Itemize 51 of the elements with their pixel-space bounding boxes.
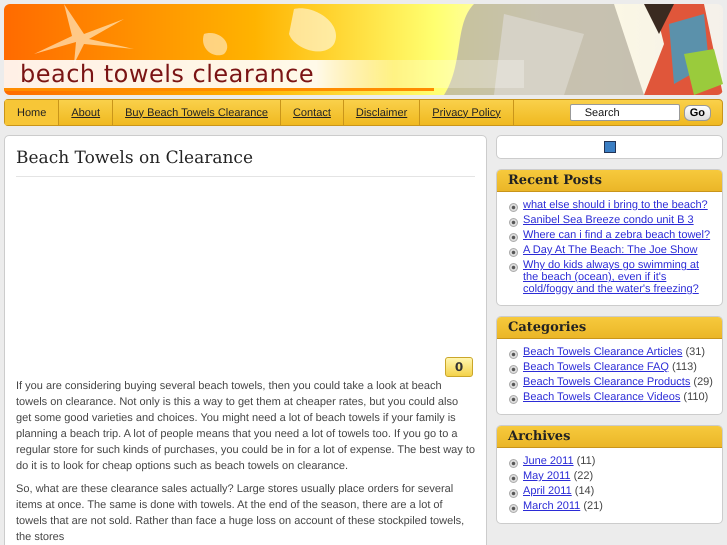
post-paragraph: If you are considering buying several beach towels, then you could take a look at beach towels on clearance. Not only is this a way to get them at cheaper rates, but you could also get some good varieties and choices. You might need a lot of beach towels if your family is planning a beach trip. A lot of people means that you need a lot of towels too. If you go to a regular store for such kinds of purchases, you could be in for a lot of expense. The best way to do it is to look for cheap options such as beach towels on clearance. xyxy=(16,379,475,474)
comment-count-badge[interactable]: 0 xyxy=(445,357,473,377)
sidebar-link[interactable]: A Day At The Beach: The Joe Show xyxy=(523,244,698,256)
post-count: (21) xyxy=(583,500,603,512)
post-paragraph: So, what are these clearance sales actually? Large stores usually place orders for several items at once. The same is done with towels. At the end of the season, there are a lot of towels that are not sold. Rather than face a huge loss on account of these stockpiled towels, the stores xyxy=(16,482,466,545)
post-count: (14) xyxy=(574,485,594,497)
nav-link[interactable]: Buy Beach Towels Clearance xyxy=(113,100,281,125)
bullet-icon xyxy=(509,248,518,257)
nav-link[interactable]: Disclaimer xyxy=(344,100,420,125)
bullet-icon xyxy=(509,504,518,513)
image-icon xyxy=(604,141,616,153)
bullet-icon xyxy=(509,350,518,359)
sidebar-link[interactable]: Where can i find a zebra beach towel? xyxy=(523,229,710,241)
widget-title: Recent Posts xyxy=(497,170,722,192)
sidebar-link[interactable]: Beach Towels Clearance Products xyxy=(523,376,690,388)
search-field[interactable]: Search xyxy=(570,104,680,121)
widget-title: Categories xyxy=(497,317,722,339)
bullet-icon xyxy=(509,365,518,374)
post-count: (110) xyxy=(683,391,708,403)
widget-title: Archives xyxy=(497,426,722,448)
post-count: (22) xyxy=(574,470,594,482)
post-count: (11) xyxy=(576,455,596,467)
bullet-icon xyxy=(509,233,518,242)
bullet-icon xyxy=(509,459,518,468)
bullet-icon xyxy=(509,263,518,272)
nav-link[interactable]: Home xyxy=(5,100,60,125)
sidebar-link[interactable]: Beach Towels Clearance Videos xyxy=(523,391,680,403)
bullet-icon xyxy=(509,218,518,227)
bullet-icon xyxy=(509,395,518,404)
sidebar-link[interactable]: Beach Towels Clearance Articles xyxy=(523,346,682,358)
nav-link[interactable]: About xyxy=(59,100,114,125)
bullet-icon xyxy=(509,380,518,389)
site-title: beach towels clearance xyxy=(20,60,314,88)
sidebar-link[interactable]: Beach Towels Clearance FAQ xyxy=(523,361,669,373)
nav-link[interactable]: Contact xyxy=(280,100,344,125)
sidebar-link[interactable]: Why do kids always go swimming at the beach (ocean), even if it's cold/foggy and the water's freezing? xyxy=(523,259,716,295)
sidebar-link[interactable]: Sanibel Sea Breeze condo unit B 3 xyxy=(523,214,694,226)
go-button[interactable]: Go xyxy=(684,104,711,120)
sidebar-link[interactable]: April 2011 xyxy=(523,485,572,497)
sidebar-link[interactable]: June 2011 xyxy=(523,455,574,467)
sidebar-link[interactable]: March 2011 xyxy=(523,500,580,512)
nav-link[interactable]: Privacy Policy xyxy=(420,100,514,125)
post-count: (113) xyxy=(672,361,697,373)
bullet-icon xyxy=(509,203,518,212)
bullet-icon xyxy=(509,489,518,498)
bullet-icon xyxy=(509,474,518,483)
sidebar-link[interactable]: what else should i bring to the beach? xyxy=(523,199,708,211)
sidebar-link[interactable]: May 2011 xyxy=(523,470,570,482)
post-count: (31) xyxy=(685,346,706,358)
post-title: Beach Towels on Clearance xyxy=(16,148,475,177)
post-count: (29) xyxy=(693,376,713,388)
